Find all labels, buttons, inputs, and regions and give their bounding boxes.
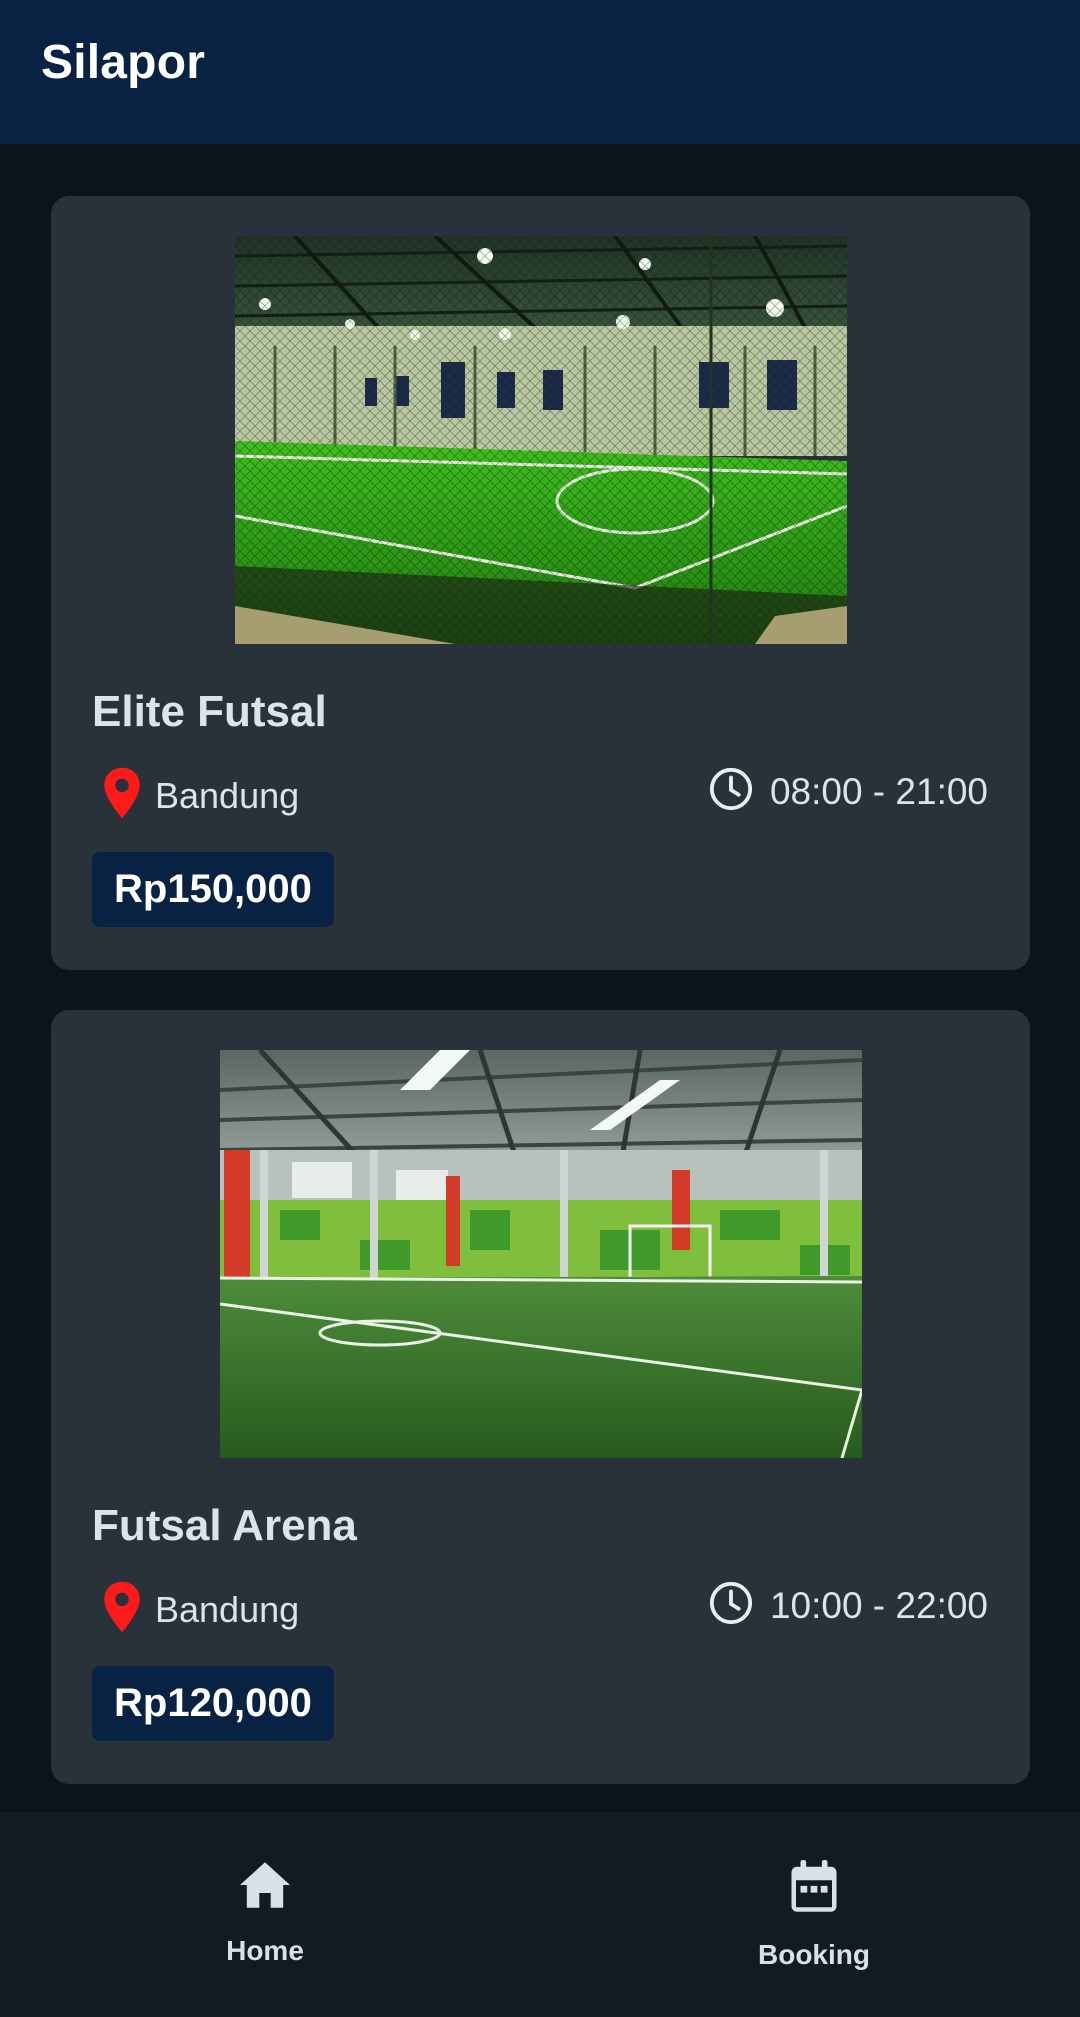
nav-booking[interactable]: Booking <box>664 1812 964 2017</box>
clock-icon <box>708 1580 754 1631</box>
price-badge: Rp120,000 <box>92 1666 334 1741</box>
venue-name: Futsal Arena <box>92 1501 357 1550</box>
venue-card[interactable]: Futsal Arena Bandung 10:00 - 22:00 Rp120… <box>51 1010 1030 1784</box>
venue-location-text: Bandung <box>155 774 300 816</box>
nav-booking-label: Booking <box>758 1939 870 1970</box>
venue-location-text: Bandung <box>155 1588 300 1630</box>
venue-photo <box>235 236 847 644</box>
price-badge: Rp150,000 <box>92 852 334 927</box>
venue-card[interactable]: Elite Futsal Bandung 08:00 - 21:00 Rp150… <box>51 196 1030 970</box>
location-pin-icon <box>101 1580 143 1639</box>
venue-hours-text: 10:00 - 22:00 <box>769 1584 988 1626</box>
venue-photo <box>220 1050 862 1458</box>
home-icon <box>237 1860 293 1915</box>
bottom-nav: Home Booking <box>0 1812 1080 2017</box>
venue-hours: 10:00 - 22:00 <box>708 1580 988 1631</box>
location-pin-icon <box>101 766 143 825</box>
venue-hours: 08:00 - 21:00 <box>708 766 988 817</box>
clock-icon <box>708 766 754 817</box>
app-title: Silapor <box>41 35 206 89</box>
nav-home-label: Home <box>226 1935 304 1966</box>
venue-name: Elite Futsal <box>92 687 327 736</box>
app-bar: Silapor <box>0 0 1080 144</box>
venue-hours-text: 08:00 - 21:00 <box>769 770 988 812</box>
calendar-icon <box>789 1860 839 1919</box>
venue-location: Bandung <box>101 1580 299 1639</box>
venue-list[interactable]: Elite Futsal Bandung 08:00 - 21:00 Rp150… <box>0 144 1080 1812</box>
venue-location: Bandung <box>101 766 299 825</box>
nav-home[interactable]: Home <box>115 1812 415 2017</box>
